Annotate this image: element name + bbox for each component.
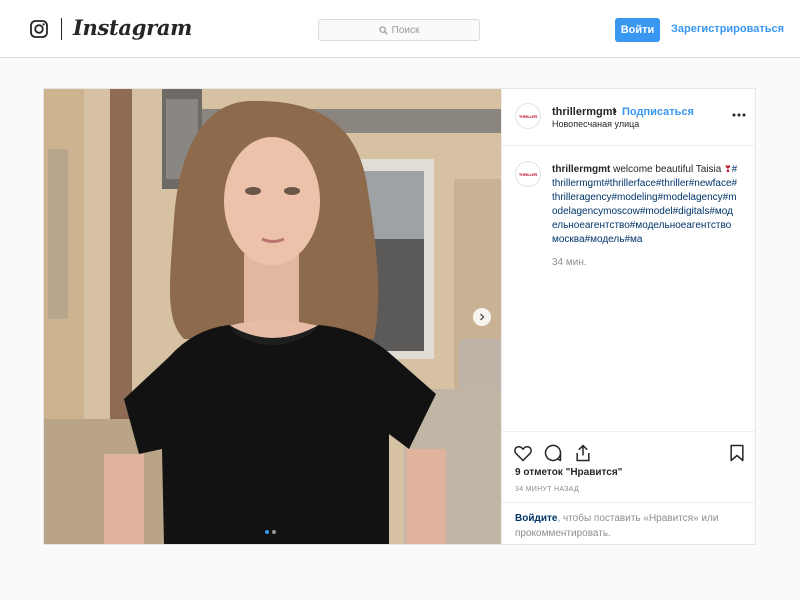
login-prompt: Войдите, чтобы поставить «Нравится» или … <box>502 502 756 546</box>
heart-icon[interactable] <box>513 443 533 463</box>
instagram-wordmark[interactable]: Instagram <box>73 15 192 40</box>
login-button[interactable]: Войти <box>615 18 660 42</box>
post-caption: thrillermgmt welcome beautiful Taisia ❣#… <box>552 162 738 247</box>
caption-avatar-logo: THRILLER <box>518 171 538 177</box>
follow-button[interactable]: Подписаться <box>622 106 694 118</box>
post-photo[interactable] <box>44 89 501 544</box>
caption-username[interactable]: thrillermgmt <box>552 164 610 175</box>
caption-timestamp: 34 мин. <box>552 257 587 268</box>
search-placeholder: Поиск <box>391 24 420 36</box>
chevron-right-icon <box>480 313 485 321</box>
register-link[interactable]: Зарегистрироваться <box>671 23 784 35</box>
carousel-dot-active <box>265 530 269 534</box>
caption-text: welcome beautiful Taisia <box>613 164 722 175</box>
login-prompt-link[interactable]: Войдите <box>515 513 557 524</box>
caption-heart: ❣ <box>724 164 732 174</box>
caption-hashtags[interactable]: #thrillermgmt#thrillerface#thriller#newf… <box>552 164 737 245</box>
search-input[interactable]: Поиск <box>318 19 480 41</box>
avatar[interactable]: THRILLER <box>515 103 541 129</box>
avatar-logo: THRILLER <box>518 113 538 119</box>
post-time-ago: 34 МИНУТ НАЗАД <box>515 486 580 493</box>
header-separator: • <box>613 106 617 118</box>
post-header: THRILLER thrillermgmt • Подписаться Ново… <box>502 89 756 146</box>
caption-avatar[interactable]: THRILLER <box>515 161 541 187</box>
bookmark-icon[interactable] <box>727 443 747 463</box>
post-location[interactable]: Новопесчаная улица <box>552 119 639 129</box>
top-navigation-bar: Instagram Поиск Войти Зарегистрироваться <box>0 0 800 58</box>
comment-icon[interactable] <box>543 443 563 463</box>
share-icon[interactable] <box>573 443 593 463</box>
post-actions: 9 отметок "Нравится" 34 МИНУТ НАЗАД Войд… <box>502 431 756 546</box>
likes-count[interactable]: 9 отметок "Нравится" <box>515 467 622 478</box>
post-card: THRILLER thrillermgmt • Подписаться Ново… <box>43 88 756 545</box>
more-options-icon[interactable] <box>732 113 746 117</box>
instagram-logo-icon[interactable] <box>30 20 48 38</box>
post-photo-image <box>44 89 501 544</box>
carousel-dot <box>272 530 276 534</box>
carousel-next-button[interactable] <box>473 308 491 326</box>
logo-divider <box>61 18 62 40</box>
post-username[interactable]: thrillermgmt <box>552 106 616 118</box>
post-side-panel: THRILLER thrillermgmt • Подписаться Ново… <box>501 89 756 544</box>
search-icon <box>378 25 388 35</box>
carousel-indicator <box>265 530 276 534</box>
